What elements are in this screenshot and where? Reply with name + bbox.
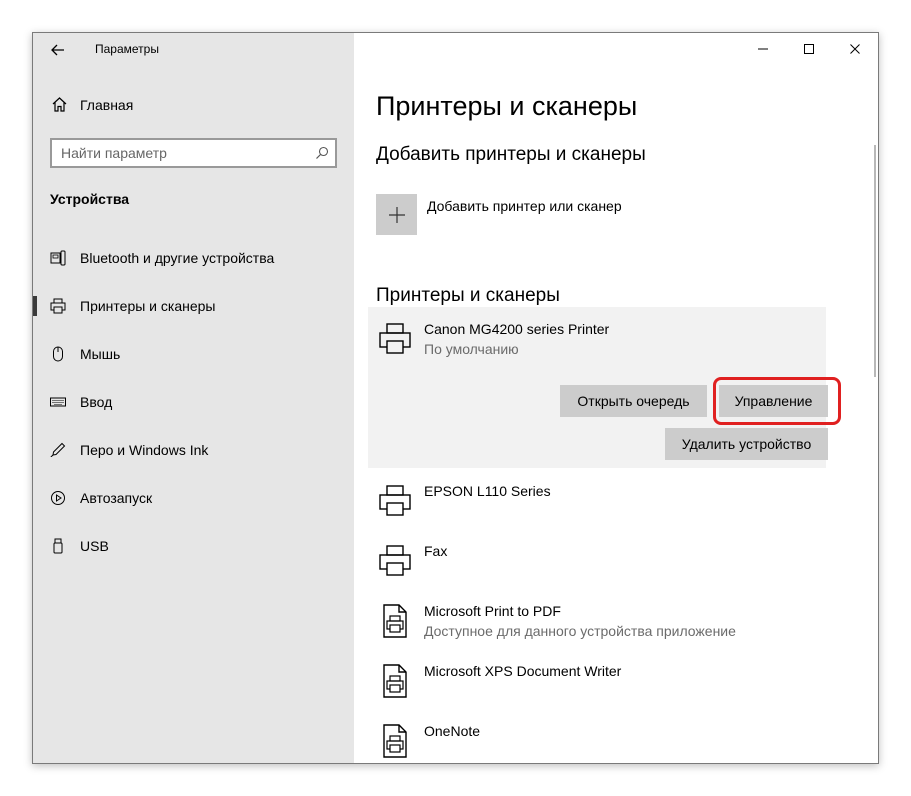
usb-icon <box>50 538 66 554</box>
mouse-icon <box>50 346 66 362</box>
add-tile[interactable] <box>376 194 417 235</box>
keyboard-icon <box>50 394 66 410</box>
sidebar-item-home[interactable]: Главная <box>51 96 133 113</box>
sidebar-item-mouse[interactable]: Мышь <box>33 330 354 378</box>
maximize-button[interactable] <box>786 33 832 65</box>
close-button[interactable] <box>832 33 878 65</box>
sidebar-section-title: Устройства <box>50 191 130 207</box>
printer-icon <box>379 545 411 576</box>
settings-window: Параметры Главная Устройства <box>32 32 879 764</box>
printer-name: Canon MG4200 series Printer <box>424 321 610 337</box>
printer-icon <box>379 485 411 516</box>
sidebar-item-label: Мышь <box>80 346 121 362</box>
sidebar-item-typing[interactable]: Ввод <box>33 378 354 426</box>
page-title: Принтеры и сканеры <box>376 91 638 121</box>
sidebar: Параметры Главная Устройства <box>33 33 354 763</box>
open-queue-button[interactable]: Открыть очередь <box>560 385 707 417</box>
sidebar-item-bluetooth[interactable]: Bluetooth и другие устройства <box>33 234 354 282</box>
printer-name: OneNote <box>424 723 481 739</box>
sidebar-item-label: USB <box>80 538 109 554</box>
printer-name: Microsoft Print to PDF <box>424 603 561 619</box>
highlight-annotation <box>713 377 841 425</box>
add-printer-label: Добавить принтер или сканер <box>427 198 622 214</box>
minimize-button[interactable] <box>740 33 786 65</box>
sidebar-nav: Bluetooth и другие устройства Принтеры и… <box>33 234 354 570</box>
printer-item[interactable]: Microsoft XPS Document Writer <box>378 661 621 698</box>
sidebar-item-label: Автозапуск <box>80 490 153 506</box>
home-icon <box>52 97 67 112</box>
printer-icon <box>50 298 66 314</box>
selected-printer-card[interactable]: Canon MG4200 series Printer По умолчанию… <box>368 307 841 468</box>
sidebar-item-label: Bluetooth и другие устройства <box>80 250 275 266</box>
printers-section-title: Принтеры и сканеры <box>376 285 560 306</box>
add-printer-button[interactable]: Добавить принтер или сканер <box>376 194 622 235</box>
search-box[interactable] <box>50 138 337 168</box>
print-document-icon <box>383 664 407 698</box>
printer-icon <box>379 323 411 354</box>
back-button[interactable] <box>47 39 69 61</box>
printer-name: Fax <box>424 543 448 559</box>
print-document-icon <box>383 604 407 638</box>
search-input[interactable] <box>52 140 292 166</box>
bluetooth-devices-icon <box>50 250 66 266</box>
sidebar-item-printers[interactable]: Принтеры и сканеры <box>33 282 354 330</box>
add-section-title: Добавить принтеры и сканеры <box>376 144 646 165</box>
app-title: Параметры <box>95 42 159 56</box>
sidebar-item-usb[interactable]: USB <box>33 522 354 570</box>
printer-status: По умолчанию <box>424 341 519 357</box>
printer-item[interactable]: Fax <box>378 541 447 578</box>
remove-device-button[interactable]: Удалить устройство <box>665 428 828 460</box>
pen-icon <box>50 442 66 458</box>
main-content: Принтеры и сканеры Добавить принтеры и с… <box>354 33 878 763</box>
sidebar-item-label: Перо и Windows Ink <box>80 442 209 458</box>
autoplay-icon <box>50 490 66 506</box>
minimize-icon <box>758 48 768 50</box>
sidebar-item-label: Ввод <box>80 394 113 410</box>
maximize-icon <box>804 44 814 54</box>
sidebar-item-autoplay[interactable]: Автозапуск <box>33 474 354 522</box>
printer-name: Microsoft XPS Document Writer <box>424 663 622 679</box>
home-label: Главная <box>80 96 134 113</box>
scrollbar[interactable] <box>874 145 876 377</box>
printer-item[interactable]: EPSON L110 Series <box>378 481 551 518</box>
plus-icon <box>388 206 405 223</box>
printer-name: EPSON L110 Series <box>424 483 551 499</box>
printer-item-selected[interactable]: Canon MG4200 series Printer По умолчанию <box>378 319 609 359</box>
printer-status: Доступное для данного устройства приложе… <box>424 623 736 639</box>
sidebar-item-pen[interactable]: Перо и Windows Ink <box>33 426 354 474</box>
search-icon[interactable] <box>315 146 329 165</box>
printer-item[interactable]: Microsoft Print to PDF Доступное для дан… <box>378 601 736 641</box>
window-controls <box>740 33 878 65</box>
close-icon <box>850 44 860 54</box>
printer-item[interactable]: OneNote <box>378 721 480 758</box>
back-arrow-icon <box>51 44 64 56</box>
print-document-icon <box>383 724 407 758</box>
sidebar-item-label: Принтеры и сканеры <box>80 298 216 314</box>
